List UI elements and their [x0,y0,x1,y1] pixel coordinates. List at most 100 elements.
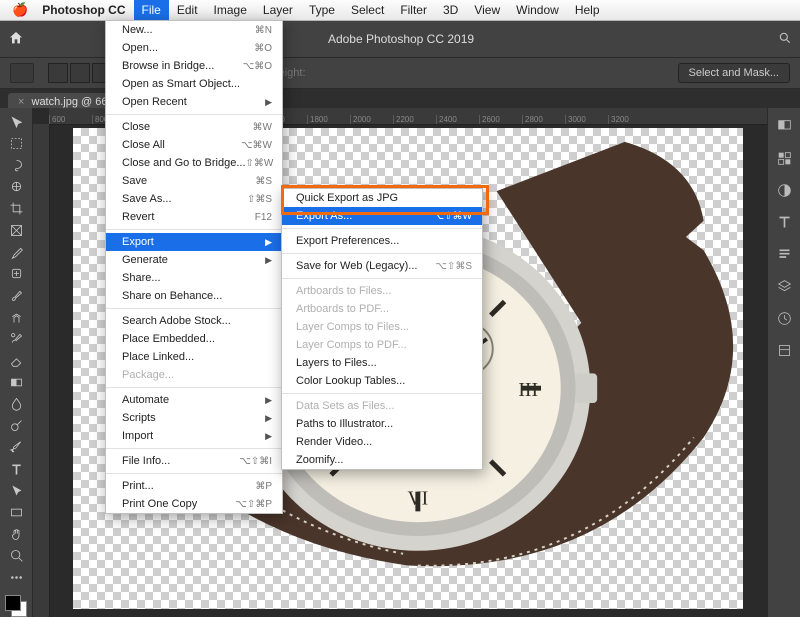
menu-item-scripts[interactable]: Scripts▶ [106,409,282,427]
healing-tool-icon[interactable] [4,264,28,284]
submenu-item-export-preferences[interactable]: Export Preferences... [282,232,482,250]
submenu-item-paths-to-illustrator[interactable]: Paths to Illustrator... [282,415,482,433]
hand-tool-icon[interactable] [4,524,28,544]
layers-panel-icon[interactable] [774,276,794,296]
home-icon[interactable] [8,30,24,49]
swatch-panel-icon[interactable] [774,148,794,168]
menu-type[interactable]: Type [301,0,343,20]
submenu-item-layers-to-files[interactable]: Layers to Files... [282,354,482,372]
app-name[interactable]: Photoshop CC [34,0,133,20]
menu-separator [106,448,282,449]
menu-item-generate[interactable]: Generate▶ [106,251,282,269]
foreground-swatch[interactable] [5,595,21,611]
clone-tool-icon[interactable] [4,307,28,327]
frame-tool-icon[interactable] [4,221,28,241]
menu-layer[interactable]: Layer [255,0,301,20]
menu-item-share[interactable]: Share... [106,269,282,287]
panels-dock [767,108,800,617]
menu-item-close-all[interactable]: Close All⌥⌘W [106,136,282,154]
type-panel-panel-icon[interactable] [774,212,794,232]
menu-item-place-embedded[interactable]: Place Embedded... [106,330,282,348]
color-panel-icon[interactable] [774,116,794,136]
menu-item-open-recent[interactable]: Open Recent▶ [106,93,282,111]
menu-item-save-as[interactable]: Save As...⇧⌘S [106,190,282,208]
menu-window[interactable]: Window [508,0,567,20]
submenu-item-quick-export-as-jpg[interactable]: Quick Export as JPG [282,189,482,207]
menu-item-label: Close [122,121,150,133]
submenu-item-zoomify[interactable]: Zoomify... [282,451,482,469]
history-brush-tool-icon[interactable] [4,329,28,349]
menu-item-place-linked[interactable]: Place Linked... [106,348,282,366]
menu-item-import[interactable]: Import▶ [106,427,282,445]
selection-mode-new-icon[interactable] [48,63,68,83]
menu-item-print-one-copy[interactable]: Print One Copy⌥⇧⌘P [106,495,282,513]
menu-item-save[interactable]: Save⌘S [106,172,282,190]
menu-separator [282,253,482,254]
libraries-panel-icon[interactable] [774,340,794,360]
menu-separator [106,229,282,230]
quick-select-tool-icon[interactable] [4,177,28,197]
brush-tool-icon[interactable] [4,286,28,306]
menu-file[interactable]: File [134,0,169,20]
menu-shortcut: ⌥⇧⌘P [235,499,272,510]
eyedropper-tool-icon[interactable] [4,242,28,262]
submenu-item-label: Export Preferences... [296,235,399,247]
tool-preset-icon[interactable] [10,63,34,83]
menu-select[interactable]: Select [343,0,392,20]
submenu-item-artboards-to-files: Artboards to Files... [282,282,482,300]
menu-item-share-on-behance[interactable]: Share on Behance... [106,287,282,305]
lasso-tool-icon[interactable] [4,155,28,175]
gradient-tool-icon[interactable] [4,372,28,392]
more-tool-icon[interactable] [4,568,28,588]
menu-item-print[interactable]: Print...⌘P [106,477,282,495]
menu-filter[interactable]: Filter [392,0,435,20]
menu-item-open-as-smart-object[interactable]: Open as Smart Object... [106,75,282,93]
blur-tool-icon[interactable] [4,394,28,414]
eraser-tool-icon[interactable] [4,351,28,371]
submenu-item-save-for-web-legacy[interactable]: Save for Web (Legacy)...⌥⇧⌘S [282,257,482,275]
search-icon[interactable] [778,31,792,48]
adjust-panel-icon[interactable] [774,180,794,200]
submenu-item-render-video[interactable]: Render Video... [282,433,482,451]
menu-item-label: Scripts [122,412,156,424]
marquee-tool-icon[interactable] [4,134,28,154]
menu-item-package: Package... [106,366,282,384]
history-panel-icon[interactable] [774,308,794,328]
file-menu-dropdown: New...⌘NOpen...⌘OBrowse in Bridge...⌥⌘OO… [105,20,283,514]
menu-item-close[interactable]: Close⌘W [106,118,282,136]
dodge-tool-icon[interactable] [4,416,28,436]
menu-shortcut: ⌘P [255,481,272,492]
tab-close-icon[interactable]: × [18,96,24,108]
type-tool-icon[interactable] [4,459,28,479]
path-select-tool-icon[interactable] [4,481,28,501]
submenu-item-export-as[interactable]: Export As...⌥⇧⌘W [282,207,482,225]
menu-item-label: Generate [122,254,168,266]
select-and-mask-button[interactable]: Select and Mask... [678,63,791,83]
move-tool-icon[interactable] [4,112,28,132]
color-swatches[interactable] [5,595,27,617]
rectangle-tool-icon[interactable] [4,503,28,523]
menu-view[interactable]: View [466,0,508,20]
submenu-item-label: Render Video... [296,436,372,448]
menu-item-new[interactable]: New...⌘N [106,21,282,39]
menu-image[interactable]: Image [206,0,255,20]
crop-tool-icon[interactable] [4,199,28,219]
menu-3d[interactable]: 3D [435,0,466,20]
menu-item-browse-in-bridge[interactable]: Browse in Bridge...⌥⌘O [106,57,282,75]
selection-mode-add-icon[interactable] [70,63,90,83]
menu-help[interactable]: Help [567,0,608,20]
menu-item-open[interactable]: Open...⌘O [106,39,282,57]
pen-tool-icon[interactable] [4,438,28,458]
menu-item-revert[interactable]: RevertF12 [106,208,282,226]
menu-item-export[interactable]: Export▶ [106,233,282,251]
apple-icon[interactable]: 🍎 [6,2,34,18]
zoom-tool-icon[interactable] [4,546,28,566]
menu-separator [106,387,282,388]
menu-edit[interactable]: Edit [169,0,206,20]
menu-item-search-adobe-stock[interactable]: Search Adobe Stock... [106,312,282,330]
menu-item-automate[interactable]: Automate▶ [106,391,282,409]
menu-item-file-info[interactable]: File Info...⌥⇧⌘I [106,452,282,470]
submenu-item-color-lookup-tables[interactable]: Color Lookup Tables... [282,372,482,390]
menu-item-close-and-go-to-bridge[interactable]: Close and Go to Bridge...⇧⌘W [106,154,282,172]
paragraph-panel-icon[interactable] [774,244,794,264]
